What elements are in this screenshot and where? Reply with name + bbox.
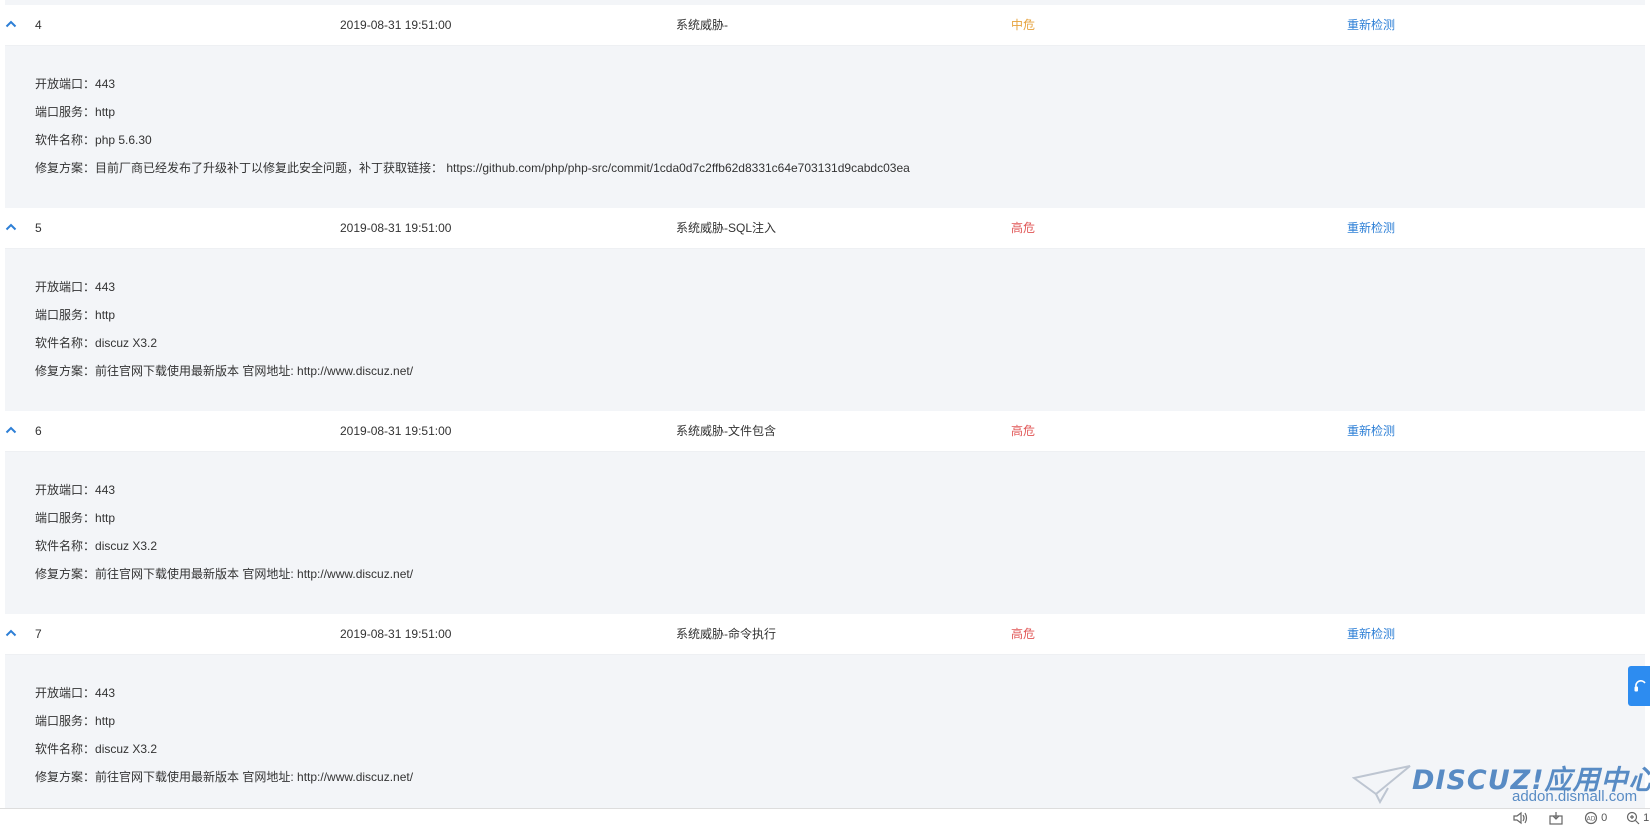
- row-number: 4: [35, 18, 42, 32]
- port-service-line: 端口服务：http: [35, 714, 1645, 742]
- port-service-label: 端口服务：: [35, 714, 96, 728]
- risk-level: 中危: [1011, 18, 1036, 32]
- table-row: 4 2019-08-31 19:51:00 系统威胁- 中危 重新检测 开放端口…: [5, 5, 1645, 208]
- port-service-value: http: [95, 308, 116, 322]
- open-port-label: 开放端口：: [35, 483, 96, 497]
- discuz-watermark: DISCUZ!应用中心 addon.dismall.com: [1352, 758, 1650, 806]
- zoom-indicator[interactable]: 1: [1626, 811, 1649, 825]
- software-name-label: 软件名称：: [35, 133, 96, 147]
- threat-type: 系统威胁-SQL注入: [676, 221, 777, 235]
- row-number: 5: [35, 221, 42, 235]
- recheck-link[interactable]: 重新检测: [1347, 614, 1395, 654]
- vulnerability-table: 4 2019-08-31 19:51:00 系统威胁- 中危 重新检测 开放端口…: [5, 5, 1645, 817]
- fix-plan-value: 前往官网下载使用最新版本 官网地址: http://www.discuz.net…: [95, 364, 414, 378]
- open-port-value: 443: [95, 280, 116, 294]
- open-port-label: 开放端口：: [35, 280, 96, 294]
- fix-plan-label: 修复方案：: [35, 364, 96, 378]
- port-service-label: 端口服务：: [35, 308, 96, 322]
- fix-plan-line: 修复方案：目前厂商已经发布了升级补丁以修复此安全问题，补丁获取链接： https…: [35, 161, 1645, 189]
- row-header: 7 2019-08-31 19:51:00 系统威胁-命令执行 高危 重新检测: [5, 614, 1645, 655]
- row-header: 4 2019-08-31 19:51:00 系统威胁- 中危 重新检测: [5, 5, 1645, 46]
- software-name-line: 软件名称：discuz X3.2: [35, 336, 1645, 364]
- software-name-line: 软件名称：discuz X3.2: [35, 539, 1645, 567]
- threat-type: 系统威胁-文件包含: [676, 424, 776, 438]
- port-service-label: 端口服务：: [35, 105, 96, 119]
- row-detail: 开放端口：443 端口服务：http 软件名称：discuz X3.2 修复方案…: [5, 452, 1645, 614]
- detect-time: 2019-08-31 19:51:00: [340, 424, 452, 438]
- risk-level: 高危: [1011, 424, 1036, 438]
- chevron-up-icon[interactable]: [5, 208, 19, 248]
- ad-block-count: 0: [1601, 812, 1608, 824]
- software-name-label: 软件名称：: [35, 336, 96, 350]
- open-port-label: 开放端口：: [35, 77, 96, 91]
- chevron-up-icon[interactable]: [5, 5, 19, 45]
- open-port-line: 开放端口：443: [35, 686, 1645, 714]
- fix-plan-value: 目前厂商已经发布了升级补丁以修复此安全问题，补丁获取链接： https://gi…: [95, 161, 910, 175]
- paper-plane-icon: [1352, 765, 1411, 804]
- vulnerability-list-page: 4 2019-08-31 19:51:00 系统威胁- 中危 重新检测 开放端口…: [0, 0, 1650, 826]
- fix-plan-label: 修复方案：: [35, 770, 96, 784]
- port-service-line: 端口服务：http: [35, 105, 1645, 133]
- port-service-line: 端口服务：http: [35, 308, 1645, 336]
- software-name-value: discuz X3.2: [95, 742, 158, 756]
- risk-level: 高危: [1011, 221, 1036, 235]
- chevron-up-icon[interactable]: [5, 411, 19, 451]
- svg-text:AD: AD: [1587, 816, 1596, 823]
- detect-time: 2019-08-31 19:51:00: [340, 221, 452, 235]
- detect-time: 2019-08-31 19:51:00: [340, 18, 452, 32]
- row-detail: 开放端口：443 端口服务：http 软件名称：discuz X3.2 修复方案…: [5, 249, 1645, 411]
- row-header: 6 2019-08-31 19:51:00 系统威胁-文件包含 高危 重新检测: [5, 411, 1645, 452]
- detect-time: 2019-08-31 19:51:00: [340, 627, 452, 641]
- open-port-value: 443: [95, 77, 116, 91]
- software-name-value: discuz X3.2: [95, 336, 158, 350]
- watermark-site: addon.dismall.com: [1512, 788, 1638, 805]
- zoom-level: 1: [1643, 812, 1650, 824]
- software-name-label: 软件名称：: [35, 539, 96, 553]
- table-row: 6 2019-08-31 19:51:00 系统威胁-文件包含 高危 重新检测 …: [5, 411, 1645, 614]
- fix-plan-value: 前往官网下载使用最新版本 官网地址: http://www.discuz.net…: [95, 567, 414, 581]
- fix-plan-label: 修复方案：: [35, 161, 96, 175]
- row-number: 7: [35, 627, 42, 641]
- chevron-up-icon[interactable]: [5, 614, 19, 654]
- fix-plan-line: 修复方案：前往官网下载使用最新版本 官网地址: http://www.discu…: [35, 567, 1645, 595]
- row-number: 6: [35, 424, 42, 438]
- open-port-label: 开放端口：: [35, 686, 96, 700]
- customer-service-button[interactable]: [1628, 666, 1650, 706]
- threat-type: 系统威胁-: [676, 18, 728, 32]
- open-port-line: 开放端口：443: [35, 483, 1645, 511]
- zoom-in-icon: [1626, 811, 1640, 825]
- recheck-link[interactable]: 重新检测: [1347, 411, 1395, 451]
- recheck-link[interactable]: 重新检测: [1347, 5, 1395, 45]
- browser-status-bar: AD 0 1: [0, 808, 1650, 826]
- ad-block-indicator[interactable]: AD 0: [1584, 811, 1607, 825]
- port-service-value: http: [95, 105, 116, 119]
- open-port-line: 开放端口：443: [35, 77, 1645, 105]
- recheck-link[interactable]: 重新检测: [1347, 208, 1395, 248]
- risk-level: 高危: [1011, 627, 1036, 641]
- threat-type: 系统威胁-命令执行: [676, 627, 776, 641]
- fix-plan-line: 修复方案：前往官网下载使用最新版本 官网地址: http://www.discu…: [35, 364, 1645, 392]
- table-row: 5 2019-08-31 19:51:00 系统威胁-SQL注入 高危 重新检测…: [5, 208, 1645, 411]
- row-detail: 开放端口：443 端口服务：http 软件名称：php 5.6.30 修复方案：…: [5, 46, 1645, 208]
- port-service-value: http: [95, 511, 116, 525]
- open-port-value: 443: [95, 483, 116, 497]
- software-name-label: 软件名称：: [35, 742, 96, 756]
- row-header: 5 2019-08-31 19:51:00 系统威胁-SQL注入 高危 重新检测: [5, 208, 1645, 249]
- ad-block-icon: AD: [1584, 811, 1598, 825]
- fix-plan-value: 前往官网下载使用最新版本 官网地址: http://www.discuz.net…: [95, 770, 414, 784]
- fix-plan-label: 修复方案：: [35, 567, 96, 581]
- open-port-line: 开放端口：443: [35, 280, 1645, 308]
- port-service-label: 端口服务：: [35, 511, 96, 525]
- speaker-icon[interactable]: [1512, 811, 1530, 825]
- port-service-value: http: [95, 714, 116, 728]
- software-name-value: php 5.6.30: [95, 133, 152, 147]
- download-icon[interactable]: [1548, 811, 1564, 825]
- software-name-line: 软件名称：php 5.6.30: [35, 133, 1645, 161]
- open-port-value: 443: [95, 686, 116, 700]
- software-name-value: discuz X3.2: [95, 539, 158, 553]
- customer-service-icon: [1634, 680, 1646, 692]
- port-service-line: 端口服务：http: [35, 511, 1645, 539]
